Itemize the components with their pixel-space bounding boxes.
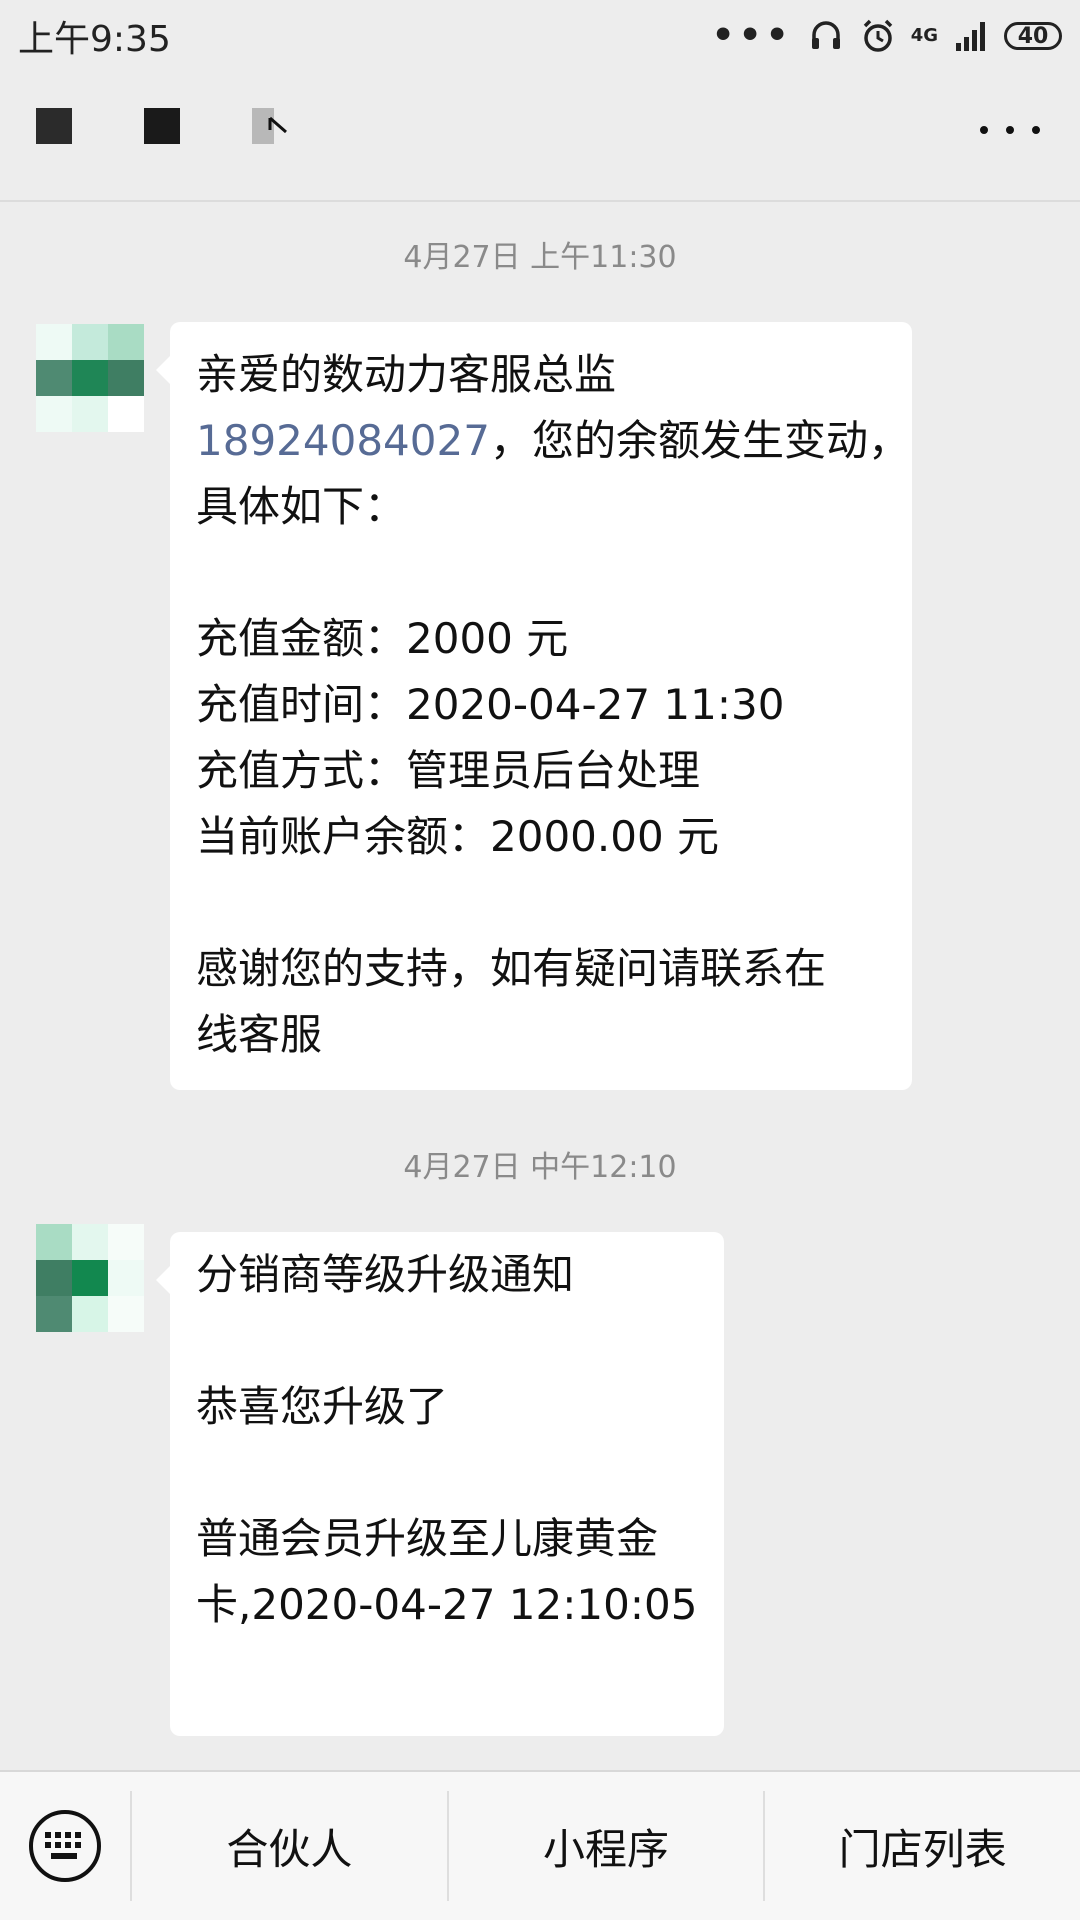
message-text: ，您的余额发生变动， — [489, 416, 910, 465]
chat-screen: 上午9:35 ••• 4G 40 4月27日 上午11:30 亲爱的数动力客服总… — [0, 0, 1080, 1920]
message-line: 充值金额：2000 元 — [196, 614, 569, 663]
signal-icon — [956, 22, 985, 51]
message-line: 具体如下： — [196, 482, 407, 531]
message-line: 当前账户余额：2000.00 元 — [196, 812, 720, 861]
message-line: 充值时间：2020-04-27 11:30 — [196, 680, 785, 729]
more-dot-icon — [980, 126, 988, 134]
battery-indicator: 40 — [1004, 22, 1062, 50]
more-options-button[interactable] — [980, 112, 1040, 148]
status-bar: 上午9:35 ••• 4G 40 — [0, 0, 1080, 72]
status-time: 上午9:35 — [18, 19, 171, 60]
more-dot-icon — [1006, 126, 1014, 134]
keyboard-toggle-button[interactable] — [0, 1771, 130, 1920]
keyboard-icon — [29, 1810, 101, 1882]
message-bubble[interactable]: 亲爱的数动力客服总监 18924084027，您的余额发生变动， 具体如下： 充… — [156, 322, 912, 1090]
redacted-title-block — [144, 108, 180, 144]
message-line: 线客服 — [196, 1010, 323, 1059]
message-line: 感谢您的支持，如有疑问请联系在 — [196, 944, 827, 993]
message-bubble[interactable]: 分销商等级升级通知 恭喜您升级了 普通会员升级至儿康黄金 卡,2020-04-2… — [156, 1232, 724, 1736]
menu-item-partner[interactable]: 合伙人 — [130, 1791, 447, 1901]
bottom-menu-bar: 合伙人 小程序 门店列表 — [0, 1770, 1080, 1920]
message-line: 亲爱的数动力客服总监 — [196, 350, 617, 399]
message-line: 分销商等级升级通知 — [196, 1250, 575, 1299]
more-dot-icon — [1032, 126, 1040, 134]
redacted-title-block — [36, 108, 72, 144]
arrow-icon — [268, 116, 287, 134]
sender-avatar[interactable] — [36, 324, 144, 432]
phone-number-link[interactable]: 18924084027 — [196, 416, 490, 465]
alarm-icon — [863, 19, 892, 52]
message-timestamp: 4月27日 中午12:10 — [403, 1150, 677, 1185]
message-timestamp: 4月27日 上午11:30 — [403, 240, 677, 275]
sender-avatar[interactable] — [36, 1224, 144, 1332]
headset-icon — [811, 21, 840, 49]
menu-item-store-list[interactable]: 门店列表 — [763, 1791, 1080, 1901]
message-line: 18924084027，您的余额发生变动， — [196, 408, 910, 474]
message-line: 恭喜您升级了 — [196, 1382, 449, 1431]
message-line: 普通会员升级至儿康黄金 — [196, 1514, 659, 1563]
notification-dots: ••• — [711, 15, 793, 56]
message-line: 卡,2020-04-27 12:10:05 — [196, 1580, 698, 1629]
menu-item-mini-program[interactable]: 小程序 — [446, 1791, 764, 1901]
network-type: 4G — [910, 25, 938, 46]
title-bar — [0, 72, 1080, 202]
message-line: 充值方式：管理员后台处理 — [196, 746, 701, 795]
status-icons: ••• 4G 40 — [712, 17, 1062, 55]
